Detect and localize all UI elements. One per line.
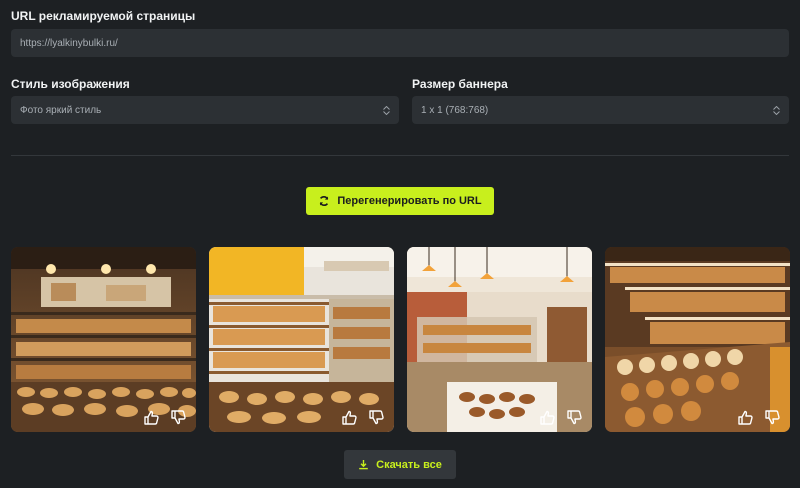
select-arrows-icon [383,105,390,115]
url-input-value: https://lyalkinybulki.ru/ [20,37,118,49]
bakery-image [209,247,394,432]
download-all-label: Скачать все [376,458,442,471]
section-divider [11,155,789,156]
bakery-image [407,247,592,432]
refresh-icon [320,195,329,207]
image-style-select[interactable]: Фото яркий стиль [11,96,399,124]
banner-size-selected: 1 x 1 (768:768) [421,104,489,116]
banner-size-select[interactable]: 1 x 1 (768:768) [412,96,789,124]
url-label: URL рекламируемой страницы [11,9,196,23]
regenerate-label: Перегенерировать по URL [337,195,482,207]
url-input[interactable]: https://lyalkinybulki.ru/ [11,29,789,57]
thumbs-up-icon[interactable] [143,409,160,426]
generated-image-card[interactable] [407,247,592,432]
bakery-image [11,247,196,432]
thumbs-up-icon[interactable] [539,409,556,426]
thumbs-down-icon[interactable] [170,409,187,426]
generated-image-card[interactable] [605,247,790,432]
thumbs-up-icon[interactable] [737,409,754,426]
thumbs-down-icon[interactable] [764,409,781,426]
generated-image-card[interactable] [11,247,196,432]
banner-size-label: Размер баннера [412,77,508,91]
regenerate-by-url-button[interactable]: Перегенерировать по URL [306,187,494,215]
download-icon [359,460,368,470]
download-all-button[interactable]: Скачать все [344,450,456,479]
image-style-selected: Фото яркий стиль [20,104,102,116]
bakery-image [605,247,790,432]
thumbs-down-icon[interactable] [368,409,385,426]
image-style-label: Стиль изображения [11,77,130,91]
select-arrows-icon [773,105,780,115]
thumbs-down-icon[interactable] [566,409,583,426]
generated-image-card[interactable] [209,247,394,432]
thumbs-up-icon[interactable] [341,409,358,426]
